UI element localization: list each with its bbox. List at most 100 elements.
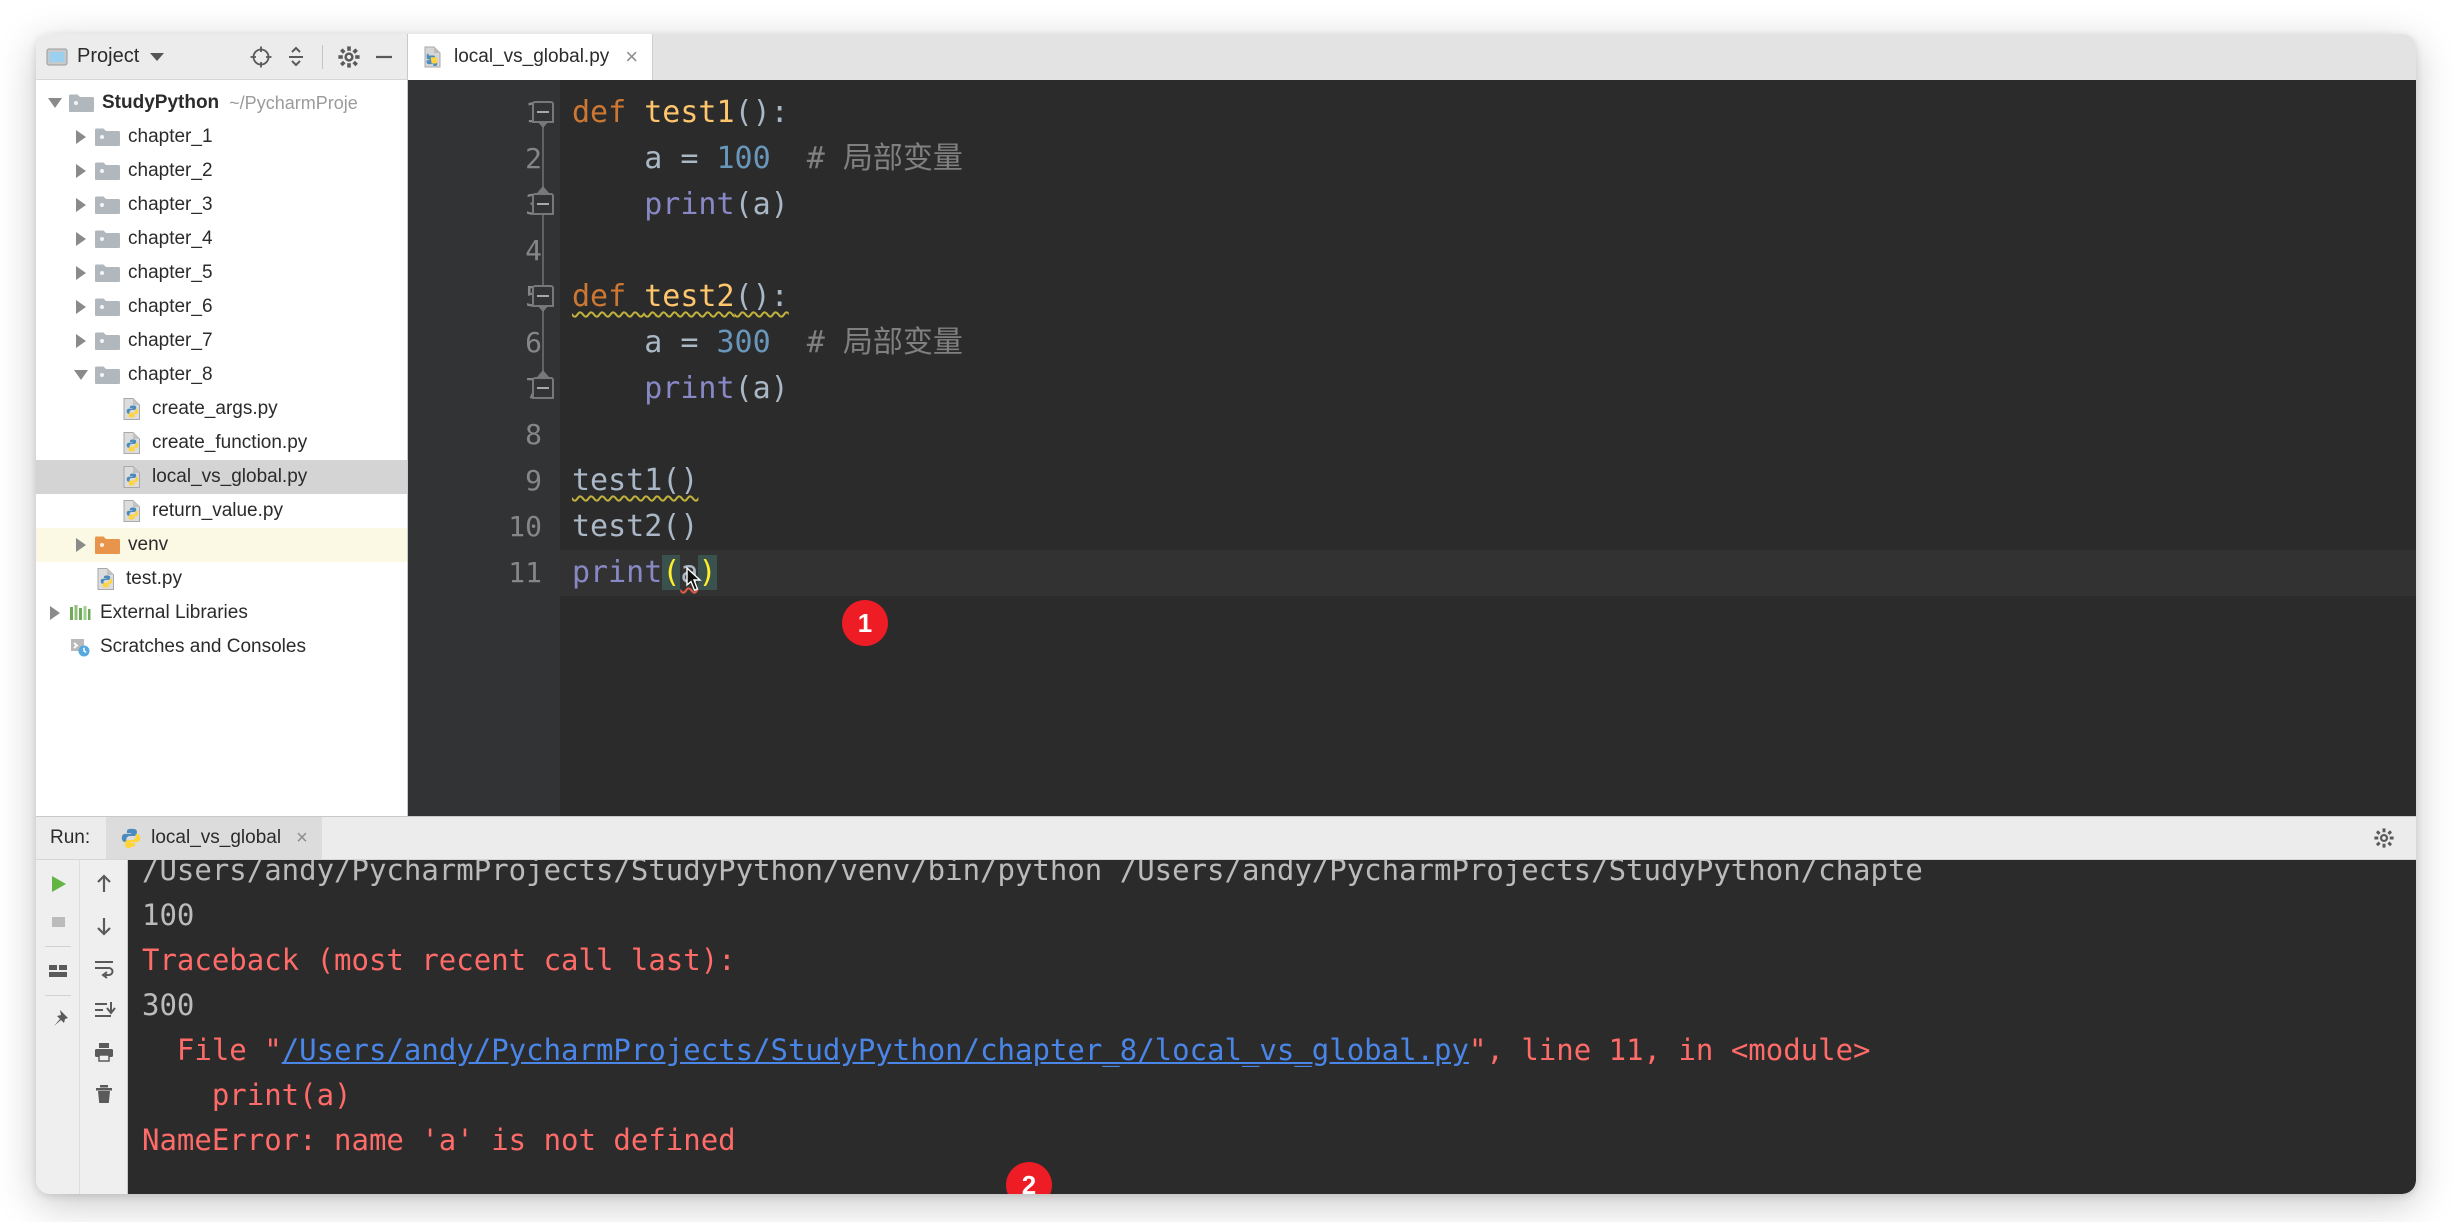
chevron-down-icon[interactable] (150, 52, 165, 61)
console-text: /Users/andy/PycharmProjects/StudyPython/… (142, 860, 1923, 887)
expand-toggle[interactable] (68, 538, 94, 552)
tree-item-test-py[interactable]: test.py (36, 562, 407, 596)
chevron-right-icon[interactable] (50, 606, 60, 620)
tree-item-label: Scratches and Consoles (100, 636, 306, 657)
editor-tab-label: local_vs_global.py (454, 46, 610, 67)
layout-icon[interactable] (40, 953, 76, 989)
tree-item-label: return_value.py (152, 500, 283, 521)
close-icon[interactable]: × (625, 44, 638, 70)
soft-wrap-icon[interactable] (86, 950, 122, 986)
code-token: print (644, 187, 735, 222)
code-line-10[interactable]: test2() (560, 504, 2416, 550)
code-line-3[interactable]: print(a) (560, 182, 2416, 228)
folder-icon (94, 126, 120, 148)
scroll-to-end-icon[interactable] (86, 992, 122, 1028)
fold-markers[interactable] (526, 80, 560, 816)
code-line-1[interactable]: def test1(): (560, 90, 2416, 136)
tree-item-chapter-7[interactable]: chapter_7 (36, 324, 407, 358)
chevron-right-icon[interactable] (76, 164, 86, 178)
pin-icon[interactable] (40, 1002, 76, 1038)
expand-toggle[interactable] (68, 300, 94, 314)
run-tab-local-vs-global[interactable]: local_vs_global × (106, 817, 322, 859)
settings-gear-icon[interactable] (334, 42, 364, 72)
code-line-4[interactable] (560, 228, 2416, 274)
fold-toggle-icon[interactable] (532, 370, 554, 399)
fold-toggle-icon[interactable] (532, 101, 554, 128)
locate-icon[interactable] (246, 42, 276, 72)
chevron-right-icon[interactable] (76, 300, 86, 314)
code-editor[interactable]: 1234567891011 def test1(): a = 100 # 局部变… (408, 80, 2416, 816)
code-line-8[interactable] (560, 412, 2416, 458)
code-line-5[interactable]: def test2(): (560, 274, 2416, 320)
hide-panel-icon[interactable] (369, 42, 399, 72)
pycharm-window: Project StudyPython ~/PycharmProje chapter… (36, 34, 2416, 1194)
run-console[interactable]: /Users/andy/PycharmProjects/StudyPython/… (128, 860, 2416, 1194)
tree-item-chapter-1[interactable]: chapter_1 (36, 120, 407, 154)
tree-item-venv[interactable]: venv (36, 528, 407, 562)
chevron-down-icon[interactable] (48, 98, 62, 108)
settings-gear-icon[interactable] (2366, 820, 2402, 856)
tree-item-scratches-and-consoles[interactable]: Scratches and Consoles (36, 630, 407, 664)
print-icon[interactable] (86, 1034, 122, 1070)
tree-item-chapter-4[interactable]: chapter_4 (36, 222, 407, 256)
code-line-9[interactable]: test1() (560, 458, 2416, 504)
trash-icon[interactable] (86, 1076, 122, 1112)
chevron-right-icon[interactable] (76, 334, 86, 348)
editor-gutter[interactable]: 1234567891011 (408, 80, 560, 816)
expand-toggle[interactable] (68, 198, 94, 212)
tree-item-return-value-py[interactable]: return_value.py (36, 494, 407, 528)
up-arrow-icon[interactable] (86, 866, 122, 902)
fold-toggle-icon[interactable] (532, 285, 554, 312)
stop-icon[interactable] (40, 904, 76, 940)
tree-item-studypython[interactable]: StudyPython ~/PycharmProje (36, 86, 407, 120)
chevron-right-icon[interactable] (76, 130, 86, 144)
expand-toggle[interactable] (68, 232, 94, 246)
run-icon[interactable] (40, 866, 76, 902)
expand-toggle[interactable] (68, 164, 94, 178)
tree-item-chapter-5[interactable]: chapter_5 (36, 256, 407, 290)
project-tree[interactable]: StudyPython ~/PycharmProje chapter_1 chapte… (36, 80, 407, 816)
code-line-2[interactable]: a = 100 # 局部变量 (560, 136, 2416, 182)
console-file-link[interactable]: /Users/andy/PycharmProjects/StudyPython/… (282, 1033, 1469, 1067)
chevron-down-icon[interactable] (74, 370, 88, 380)
tree-item-create-args-py[interactable]: create_args.py (36, 392, 407, 426)
tree-item-chapter-2[interactable]: chapter_2 (36, 154, 407, 188)
code-line-11[interactable]: print(a) (560, 550, 2416, 596)
close-icon[interactable]: × (296, 827, 308, 850)
expand-toggle[interactable] (68, 130, 94, 144)
toolbar-divider (322, 44, 323, 69)
python-file-icon (120, 465, 144, 489)
python-icon (120, 827, 142, 849)
collapse-toggle[interactable] (68, 370, 94, 380)
code-token: a = (572, 141, 717, 176)
code-token: test2 (644, 279, 735, 314)
chevron-right-icon[interactable] (76, 198, 86, 212)
console-text: 100 (142, 898, 195, 932)
down-arrow-icon[interactable] (86, 908, 122, 944)
editor-area: local_vs_global.py × 1234567891011 def t… (408, 34, 2416, 816)
tree-item-chapter-6[interactable]: chapter_6 (36, 290, 407, 324)
code-content[interactable]: def test1(): a = 100 # 局部变量 print(a) def … (560, 80, 2416, 816)
expand-toggle[interactable] (68, 266, 94, 280)
tree-item-chapter-8[interactable]: chapter_8 (36, 358, 407, 392)
tree-item-local-vs-global-py[interactable]: local_vs_global.py (36, 460, 407, 494)
tree-item-label: test.py (126, 568, 182, 589)
tree-item-external-libraries[interactable]: External Libraries (36, 596, 407, 630)
tree-item-create-function-py[interactable]: create_function.py (36, 426, 407, 460)
fold-toggle-icon[interactable] (532, 186, 554, 215)
chevron-right-icon[interactable] (76, 538, 86, 552)
run-panel-header: Run: local_vs_global × (36, 816, 2416, 860)
console-text: print(a) (142, 1078, 352, 1112)
python-file-icon (120, 397, 144, 421)
collapse-all-icon[interactable] (281, 42, 311, 72)
code-line-6[interactable]: a = 300 # 局部变量 (560, 320, 2416, 366)
expand-toggle[interactable] (68, 334, 94, 348)
chevron-right-icon[interactable] (76, 232, 86, 246)
editor-tab-local-vs-global[interactable]: local_vs_global.py × (408, 34, 654, 80)
expand-toggle[interactable] (42, 606, 68, 620)
project-view-icon (46, 46, 68, 68)
chevron-right-icon[interactable] (76, 266, 86, 280)
code-line-7[interactable]: print(a) (560, 366, 2416, 412)
collapse-toggle[interactable] (42, 98, 68, 108)
tree-item-chapter-3[interactable]: chapter_3 (36, 188, 407, 222)
